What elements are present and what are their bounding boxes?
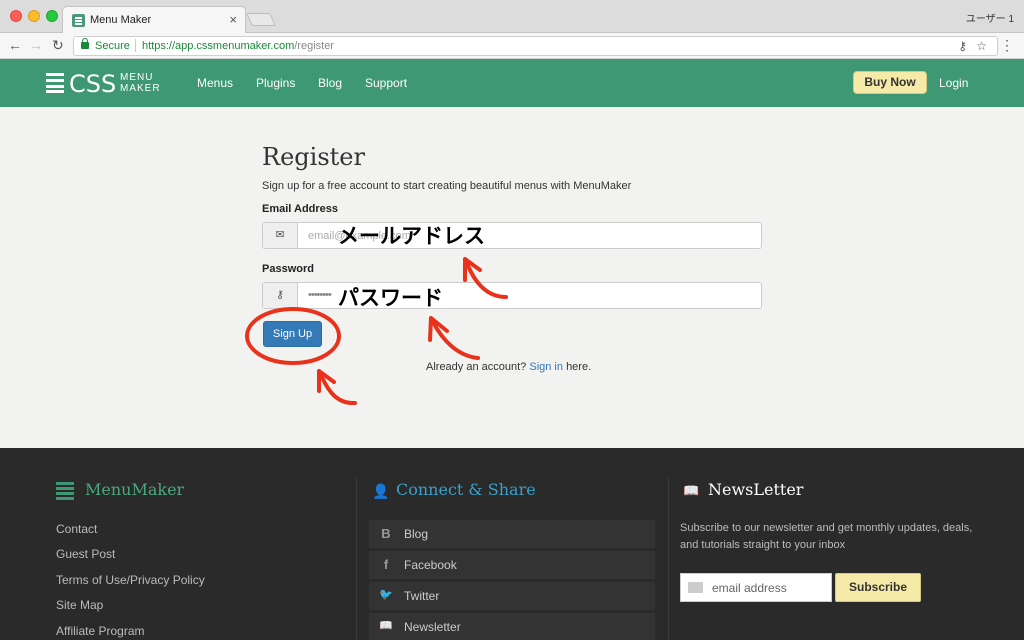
logo-maker-word: MAKER — [120, 83, 161, 94]
secure-label: Secure — [95, 40, 130, 52]
email-label: Email Address — [262, 203, 339, 215]
subscribe-button[interactable]: Subscribe — [835, 573, 921, 602]
already-account-text: Already an account? Sign in here. — [426, 361, 591, 373]
profile-name[interactable]: ユーザー 1 — [966, 10, 1014, 25]
minimize-window-button[interactable] — [28, 10, 40, 22]
book-icon: 📖 — [379, 620, 393, 632]
email-annotation-text: メールアドレス — [338, 224, 485, 248]
tab-title: Menu Maker — [90, 14, 152, 26]
envelope-icon: ✉ — [263, 223, 298, 248]
sign-in-link[interactable]: Sign in — [529, 361, 563, 373]
register-section: Register Sign up for a free account to s… — [0, 107, 1024, 448]
footer-link-site-map[interactable]: Site Map — [56, 598, 103, 612]
logo-css-text: CSS — [69, 70, 117, 98]
password-label: Password — [262, 263, 314, 275]
lock-icon — [81, 38, 89, 49]
maximize-window-button[interactable] — [46, 10, 58, 22]
social-blog[interactable]: B Blog — [369, 520, 655, 548]
url-text[interactable]: https://app.cssmenumaker.com/register — [142, 40, 334, 52]
back-arrow-icon[interactable]: ← — [8, 37, 22, 53]
browser-tab[interactable]: Menu Maker × — [62, 6, 246, 34]
blogger-icon: B — [381, 526, 391, 541]
sign-up-button[interactable]: Sign Up — [263, 321, 322, 347]
page-subtitle: Sign up for a free account to start crea… — [262, 180, 632, 192]
email-field[interactable]: ✉ email@example.com — [262, 222, 762, 249]
site-header: CSS MENU MAKER Menus Plugins Blog Support… — [0, 59, 1024, 107]
footer-link-affiliate[interactable]: Affiliate Program — [56, 624, 144, 638]
bookmark-star-icon[interactable]: ☆ — [976, 39, 987, 53]
email-placeholder: email address — [712, 581, 787, 595]
login-link[interactable]: Login — [939, 76, 968, 90]
social-label: Newsletter — [404, 620, 461, 634]
buy-now-button[interactable]: Buy Now — [853, 71, 927, 94]
nav-support[interactable]: Support — [365, 76, 407, 90]
newsletter-description: Subscribe to our newsletter and get mont… — [680, 522, 973, 551]
address-bar[interactable]: Secure https://app.cssmenumaker.com/regi… — [73, 36, 998, 56]
facebook-icon: f — [383, 557, 389, 572]
forward-arrow-icon[interactable]: → — [29, 37, 43, 53]
social-label: Twitter — [404, 589, 440, 603]
page-title: Register — [262, 143, 365, 171]
password-field[interactable]: ⚷ •••••••• — [262, 282, 762, 309]
social-label: Facebook — [404, 558, 457, 572]
tab-close-icon[interactable]: × — [229, 12, 237, 27]
social-label: Blog — [404, 527, 429, 541]
footer-link-terms[interactable]: Terms of Use/Privacy Policy — [56, 573, 205, 587]
social-twitter[interactable]: 🐦 Twitter — [369, 582, 655, 610]
already-prefix: Already an account? — [426, 361, 527, 373]
browser-toolbar: ← → ↻ Secure https://app.cssmenumaker.co… — [0, 33, 1024, 59]
footer-divider — [356, 478, 357, 640]
menu-stack-icon — [46, 73, 64, 93]
key-icon: ⚷ — [263, 283, 298, 308]
nav-blog[interactable]: Blog — [318, 76, 342, 90]
twitter-icon: 🐦 — [379, 589, 393, 601]
close-window-button[interactable] — [10, 10, 22, 22]
browser-tab-bar: Menu Maker × ユーザー 1 — [0, 0, 1024, 34]
url-divider — [135, 39, 136, 52]
reload-icon[interactable]: ↻ — [52, 37, 64, 53]
new-tab-button[interactable] — [245, 13, 277, 26]
nav-plugins[interactable]: Plugins — [256, 76, 295, 90]
user-icon: 👤 — [372, 483, 390, 499]
password-value: •••••••• — [308, 289, 332, 301]
footer-link-guest-post[interactable]: Guest Post — [56, 547, 115, 561]
menumaker-heading: MenuMaker — [85, 480, 185, 499]
url-host: https://app.cssmenumaker.com — [142, 40, 295, 52]
social-newsletter[interactable]: 📖 Newsletter — [369, 613, 655, 640]
nav-menus[interactable]: Menus — [197, 76, 233, 90]
book-icon: 📖 — [683, 483, 700, 498]
logo-menumaker-text: MENU MAKER — [120, 72, 161, 94]
footer-divider — [668, 478, 669, 640]
footer-link-contact[interactable]: Contact — [56, 522, 97, 536]
url-path: /register — [294, 40, 334, 52]
key-icon[interactable]: ⚷ — [958, 39, 967, 53]
newsletter-email-input[interactable]: email address — [680, 573, 832, 602]
connect-share-heading: Connect & Share — [396, 480, 536, 499]
browser-menu-icon[interactable]: ⋮ — [1000, 37, 1014, 53]
social-facebook[interactable]: f Facebook — [369, 551, 655, 579]
already-suffix: here. — [566, 361, 592, 373]
password-annotation-text: パスワード — [338, 286, 443, 310]
menu-stack-icon — [56, 482, 74, 500]
menu-maker-favicon-icon — [72, 14, 85, 27]
newsletter-heading: NewsLetter — [708, 480, 804, 499]
logo-menu-word: MENU — [120, 72, 154, 83]
envelope-icon — [688, 582, 703, 593]
site-footer: MenuMaker Contact Guest Post Terms of Us… — [0, 448, 1024, 640]
